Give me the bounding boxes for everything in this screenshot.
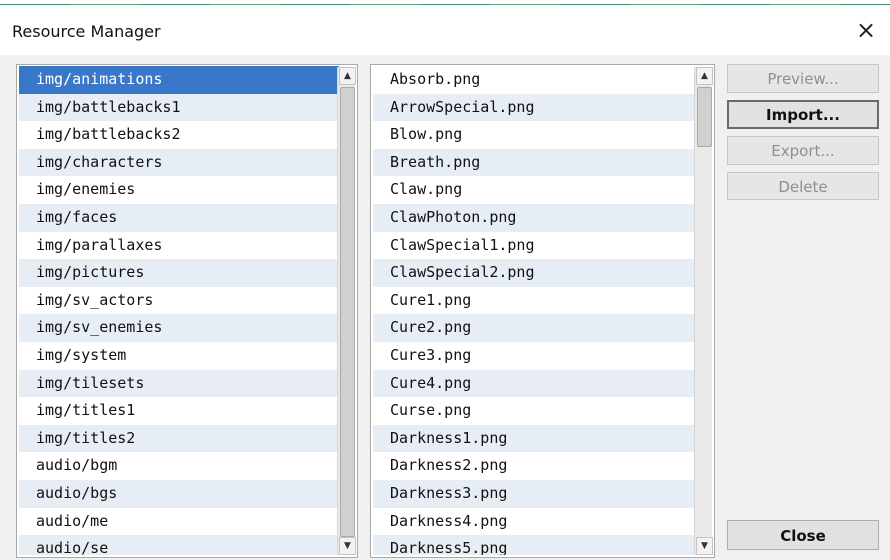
file-list-item[interactable]: Cure1.png [373, 286, 696, 315]
close-button[interactable]: Close [727, 520, 879, 550]
folder-list-item[interactable]: img/titles1 [19, 397, 339, 425]
file-list-item[interactable]: Breath.png [373, 148, 696, 177]
folder-list-item[interactable]: img/sv_actors [19, 286, 339, 315]
file-list-rows: Absorb.png ArrowSpecial.png Blow.png Breath… [373, 66, 696, 555]
title-bar: Resource Manager × [0, 5, 890, 55]
close-icon[interactable]: × [854, 18, 878, 42]
scroll-up-arrow-icon[interactable]: ▲ [696, 67, 713, 85]
folder-list-item[interactable]: img/tilesets [19, 369, 339, 398]
file-list-item[interactable]: Absorb.png [373, 66, 696, 94]
folder-list[interactable]: img/animations img/battlebacks1 img/battle… [16, 64, 358, 558]
folder-list-item[interactable]: img/animations [19, 66, 339, 94]
folder-list-rows: img/animations img/battlebacks1 img/battle… [19, 66, 339, 555]
file-list-item[interactable]: Darkness5.png [373, 535, 696, 555]
file-list-item[interactable]: Darkness1.png [373, 424, 696, 453]
file-list-item[interactable]: Cure4.png [373, 369, 696, 398]
folder-list-item[interactable]: audio/bgm [19, 452, 339, 480]
file-list-item[interactable]: ArrowSpecial.png [373, 93, 696, 122]
folder-list-item[interactable]: img/titles2 [19, 424, 339, 453]
folder-list-scrollbar[interactable]: ▲ ▼ [337, 67, 356, 555]
scroll-down-arrow-icon[interactable]: ▼ [339, 537, 356, 555]
export-button[interactable]: Export... [727, 136, 879, 165]
file-list-item[interactable]: Cure2.png [373, 314, 696, 342]
file-list-item[interactable]: Blow.png [373, 121, 696, 149]
scroll-down-arrow-icon[interactable]: ▼ [696, 537, 713, 555]
folder-list-item[interactable]: img/enemies [19, 176, 339, 204]
file-list-item[interactable]: Darkness2.png [373, 452, 696, 480]
file-list-scrollbar[interactable]: ▲ ▼ [694, 67, 713, 555]
folder-list-item[interactable]: img/parallaxes [19, 231, 339, 260]
file-list-item[interactable]: Cure3.png [373, 341, 696, 370]
scroll-thumb[interactable] [340, 87, 355, 537]
dialog-body: img/animations img/battlebacks1 img/battle… [0, 55, 890, 560]
folder-list-item[interactable]: img/characters [19, 148, 339, 177]
folder-list-item[interactable]: audio/bgs [19, 479, 339, 508]
file-list-item[interactable]: Darkness4.png [373, 507, 696, 536]
folder-list-item[interactable]: img/battlebacks2 [19, 121, 339, 149]
file-list-item[interactable]: Curse.png [373, 397, 696, 425]
file-list-item[interactable]: ClawSpecial2.png [373, 259, 696, 287]
file-list[interactable]: Absorb.png ArrowSpecial.png Blow.png Breath… [370, 64, 715, 558]
delete-button[interactable]: Delete [727, 172, 879, 200]
folder-list-item[interactable]: audio/se [19, 535, 339, 555]
scroll-thumb[interactable] [697, 87, 712, 147]
folder-list-item[interactable]: audio/me [19, 507, 339, 536]
import-button[interactable]: Import... [727, 100, 879, 129]
folder-list-item[interactable]: img/system [19, 341, 339, 370]
scroll-up-arrow-icon[interactable]: ▲ [339, 67, 356, 85]
file-list-item[interactable]: ClawSpecial1.png [373, 231, 696, 260]
folder-list-item[interactable]: img/battlebacks1 [19, 93, 339, 122]
folder-list-item[interactable]: img/faces [19, 203, 339, 232]
window-title: Resource Manager [12, 22, 161, 41]
folder-list-item[interactable]: img/sv_enemies [19, 314, 339, 342]
preview-button[interactable]: Preview... [727, 64, 879, 93]
file-list-item[interactable]: Claw.png [373, 176, 696, 204]
folder-list-item[interactable]: img/pictures [19, 259, 339, 287]
file-list-item[interactable]: Darkness3.png [373, 479, 696, 508]
file-list-item[interactable]: ClawPhoton.png [373, 203, 696, 232]
